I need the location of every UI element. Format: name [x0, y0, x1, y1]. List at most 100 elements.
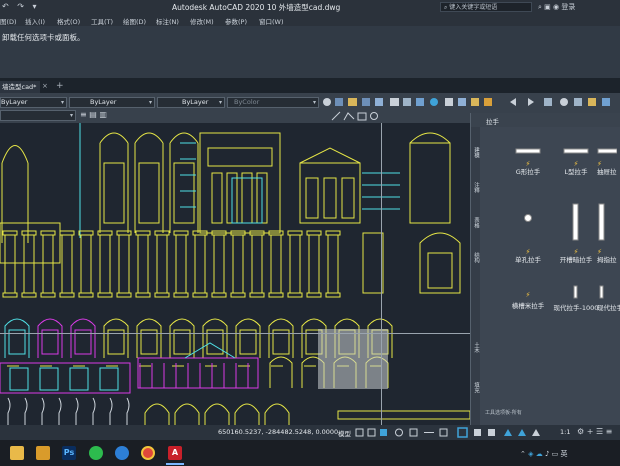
quick-access-toolbar[interactable]: ↶ ↷ ▾ — [2, 2, 40, 11]
palette-item-single-hole[interactable]: ⚡ 单孔拉手 — [505, 213, 551, 264]
palette-item-modern-handle-12[interactable]: 现代拉手-12 — [597, 285, 620, 312]
palette-item-slot-handle[interactable]: ⚡ 开槽暗拉手 — [553, 203, 599, 264]
line-icon[interactable] — [331, 111, 341, 121]
speaker-icon[interactable]: ♪ — [545, 450, 549, 458]
color-combo[interactable]: ByColor ▾ — [227, 97, 319, 108]
layer-state-combo[interactable]: ▾ — [0, 110, 76, 121]
chevron-up-icon[interactable]: ⌃ — [520, 450, 526, 458]
copy-icon[interactable] — [458, 98, 466, 106]
baluster — [126, 397, 130, 425]
zoom-window-icon[interactable] — [574, 98, 582, 106]
tab-document[interactable]: 墙造型cad* — [0, 81, 40, 93]
zoom-icon[interactable] — [560, 98, 568, 106]
palette-tab-table[interactable]: 表格 — [471, 217, 480, 228]
annotation-visibility-icon[interactable] — [504, 429, 512, 436]
hotel-window — [341, 177, 355, 219]
lineweight-icon[interactable] — [439, 428, 448, 437]
cart-icon[interactable]: ▣ — [544, 3, 551, 11]
palette-tab-modeling[interactable]: 建模 — [471, 147, 480, 158]
annotation-scale-value[interactable]: 1:1 — [560, 428, 570, 436]
publish-icon[interactable] — [416, 98, 424, 106]
properties-icon[interactable] — [588, 98, 596, 106]
photoshop-icon[interactable]: Ps — [62, 446, 76, 460]
transparency-icon[interactable] — [457, 427, 468, 438]
folder-icon[interactable] — [36, 446, 50, 460]
login-link[interactable]: 登录 — [561, 3, 575, 11]
column-base — [116, 292, 132, 298]
menu-item-draw[interactable]: 绘图(D) — [123, 16, 146, 26]
grip-tooltip-overlay — [318, 329, 388, 389]
settings-icon[interactable] — [323, 98, 331, 106]
palette-item-g-handle[interactable]: ⚡ G形拉手 — [505, 147, 551, 176]
modern-handle-1000-icon — [573, 285, 578, 299]
palette-tab-hatch[interactable]: 填充 — [471, 382, 480, 393]
palette-item-modern-handle-1000[interactable]: 现代拉手-1000 — [553, 285, 599, 312]
layer-tools-icons[interactable]: ≡ ▤ ▥ — [80, 110, 107, 119]
grid-icon[interactable] — [355, 428, 364, 437]
menu-item-insert[interactable]: 插入(I) — [25, 16, 45, 26]
search-icon[interactable]: ⌕ — [538, 3, 542, 11]
circle-icon[interactable] — [370, 112, 378, 120]
paste-icon[interactable] — [471, 98, 479, 106]
wechat-icon[interactable] — [89, 446, 103, 460]
menu-item-parameter[interactable]: 参数(P) — [225, 16, 247, 26]
menu-item-view[interactable]: 图(D) — [0, 16, 17, 26]
search-input[interactable]: ⌕ 键入关键字或短语 — [440, 2, 532, 12]
column-capital — [2, 230, 18, 236]
user-icon[interactable]: ◉ — [553, 3, 559, 11]
autoscale-icon[interactable] — [518, 429, 526, 436]
chrome-icon[interactable] — [141, 446, 155, 460]
display-icon[interactable]: ▭ — [552, 450, 559, 458]
new-file-icon[interactable] — [335, 98, 343, 106]
annotation-scale-icon[interactable] — [532, 429, 540, 436]
input-method-icon[interactable]: 英 — [561, 450, 568, 458]
redo-icon[interactable] — [528, 98, 534, 106]
polyline-icon[interactable] — [343, 112, 355, 121]
match-properties-icon[interactable] — [484, 98, 492, 106]
3d-osnap-icon[interactable] — [488, 429, 495, 436]
file-explorer-icon[interactable] — [10, 446, 24, 460]
cut-icon[interactable] — [445, 98, 453, 106]
hotel-facade — [299, 162, 361, 224]
pan-icon[interactable] — [544, 98, 552, 106]
close-icon[interactable]: × — [42, 82, 48, 90]
model-space-button[interactable]: 模型 — [338, 428, 351, 438]
workspace-gear-icon[interactable]: ⚙ + ☰ ≡ — [577, 427, 612, 436]
autocad-icon[interactable]: A — [168, 446, 182, 460]
palette-item-l-handle[interactable]: ⚡ L型拉手 — [553, 147, 599, 176]
preview-icon[interactable] — [403, 98, 411, 106]
ortho-icon[interactable] — [380, 429, 387, 436]
save-as-icon[interactable] — [375, 98, 383, 106]
menu-item-dimension[interactable]: 标注(N) — [156, 16, 179, 26]
selection-cycling-icon[interactable] — [474, 429, 481, 436]
palette-tab-annotation[interactable]: 注释 — [471, 182, 480, 193]
add-tab-button[interactable]: + — [56, 81, 64, 91]
snap-icon[interactable] — [367, 428, 376, 437]
palette-tab-structure[interactable]: 结构 — [471, 252, 480, 263]
polar-icon[interactable] — [395, 428, 403, 437]
palette-item-horizontal-slot[interactable]: ⚡ 横槽米拉手 — [505, 291, 551, 310]
print-icon[interactable] — [390, 98, 399, 106]
layer-combo[interactable]: ByLayer ▾ — [0, 97, 67, 108]
menu-item-modify[interactable]: 修改(M) — [190, 16, 214, 26]
undo-icon[interactable] — [510, 98, 516, 106]
menu-item-format[interactable]: 格式(O) — [57, 16, 80, 26]
cloud-icon[interactable]: ☁ — [536, 450, 543, 458]
linetype-combo[interactable]: ByLayer ▾ — [69, 97, 155, 108]
lineweight-combo[interactable]: ByLayer ▾ — [157, 97, 225, 108]
palette-item-thumb-handle[interactable]: ⚡ 拇指拉 — [597, 203, 620, 264]
network-icon[interactable]: ◈ — [528, 450, 533, 458]
drawing-canvas[interactable] — [0, 123, 470, 425]
rectangle-icon[interactable] — [357, 112, 367, 121]
palette-tab-civil[interactable]: 土木 — [471, 342, 480, 353]
menu-item-window[interactable]: 窗口(W) — [259, 16, 284, 26]
palette-item-drawer-handle[interactable]: ⚡ 抽屉拉 — [597, 147, 620, 176]
menu-item-tools[interactable]: 工具(T) — [91, 16, 113, 26]
plot-icon[interactable] — [430, 98, 438, 106]
save-icon[interactable] — [362, 98, 370, 106]
osnap-icon[interactable] — [409, 428, 418, 437]
open-file-icon[interactable] — [348, 98, 357, 106]
design-center-icon[interactable] — [602, 98, 610, 106]
column — [61, 234, 73, 294]
edge-icon[interactable] — [115, 446, 129, 460]
